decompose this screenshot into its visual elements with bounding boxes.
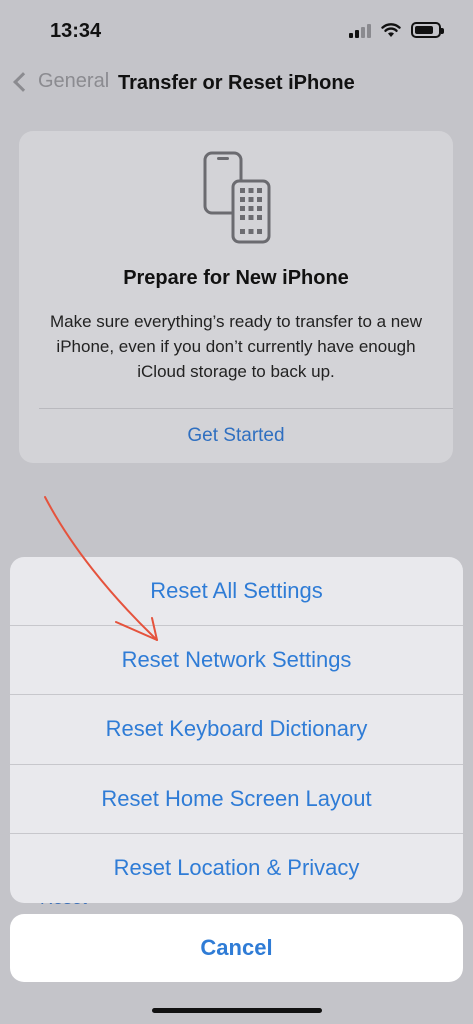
status-time: 13:34 — [50, 20, 102, 42]
transfer-phones-icon — [203, 151, 271, 244]
cancel-button[interactable]: Cancel — [10, 914, 463, 982]
reset-home-screen-layout-button[interactable]: Reset Home Screen Layout — [10, 765, 463, 834]
action-sheet: Reset All Settings Reset Network Setting… — [10, 557, 463, 903]
back-label: General — [38, 70, 110, 92]
prepare-card: Prepare for New iPhone Make sure everyth… — [19, 131, 453, 463]
navigation-bar: General Transfer or Reset iPhone — [0, 64, 473, 104]
reset-all-settings-button[interactable]: Reset All Settings — [10, 557, 463, 627]
reset-keyboard-dictionary-button[interactable]: Reset Keyboard Dictionary — [10, 695, 463, 765]
card-description: Make sure everything’s ready to transfer… — [50, 312, 422, 381]
home-indicator — [152, 1008, 322, 1013]
reset-network-settings-button[interactable]: Reset Network Settings — [10, 626, 463, 696]
chevron-left-icon — [13, 71, 33, 92]
back-button[interactable]: General — [10, 70, 109, 93]
status-icons — [349, 22, 444, 38]
card-title: Prepare for New iPhone — [123, 267, 349, 289]
page-title: Transfer or Reset iPhone — [118, 72, 355, 94]
reset-location-privacy-button[interactable]: Reset Location & Privacy — [10, 834, 463, 903]
battery-icon — [411, 22, 444, 38]
get-started-link[interactable]: Get Started — [19, 425, 453, 447]
cellular-signal-icon — [349, 22, 371, 38]
divider — [39, 408, 453, 409]
wifi-icon — [381, 23, 401, 37]
status-bar: 13:34 — [0, 0, 473, 60]
